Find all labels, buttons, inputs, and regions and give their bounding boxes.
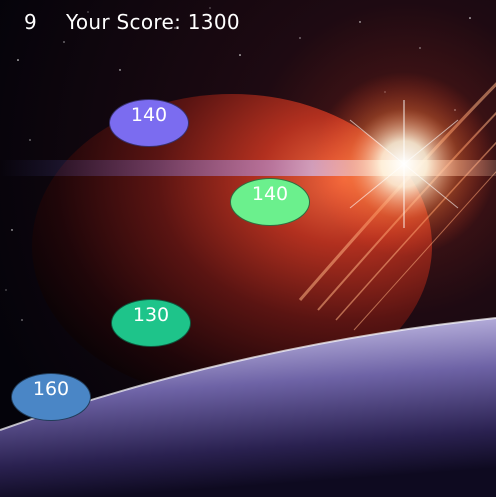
bubble-value: 130: [132, 304, 170, 326]
target-bubble[interactable]: 160: [11, 373, 91, 421]
game-stage: 9 Your Score: 1300 140 140 130 160: [0, 0, 496, 497]
score-display: Your Score: 1300: [66, 10, 240, 34]
target-bubble[interactable]: 140: [109, 99, 189, 147]
target-bubble[interactable]: 130: [111, 299, 191, 347]
target-bubble[interactable]: 140: [230, 178, 310, 226]
bubble-value: 140: [251, 183, 289, 205]
space-background: [0, 0, 496, 497]
bubble-value: 140: [130, 104, 168, 126]
bubble-value: 160: [32, 378, 70, 400]
timer-counter: 9: [24, 10, 38, 34]
